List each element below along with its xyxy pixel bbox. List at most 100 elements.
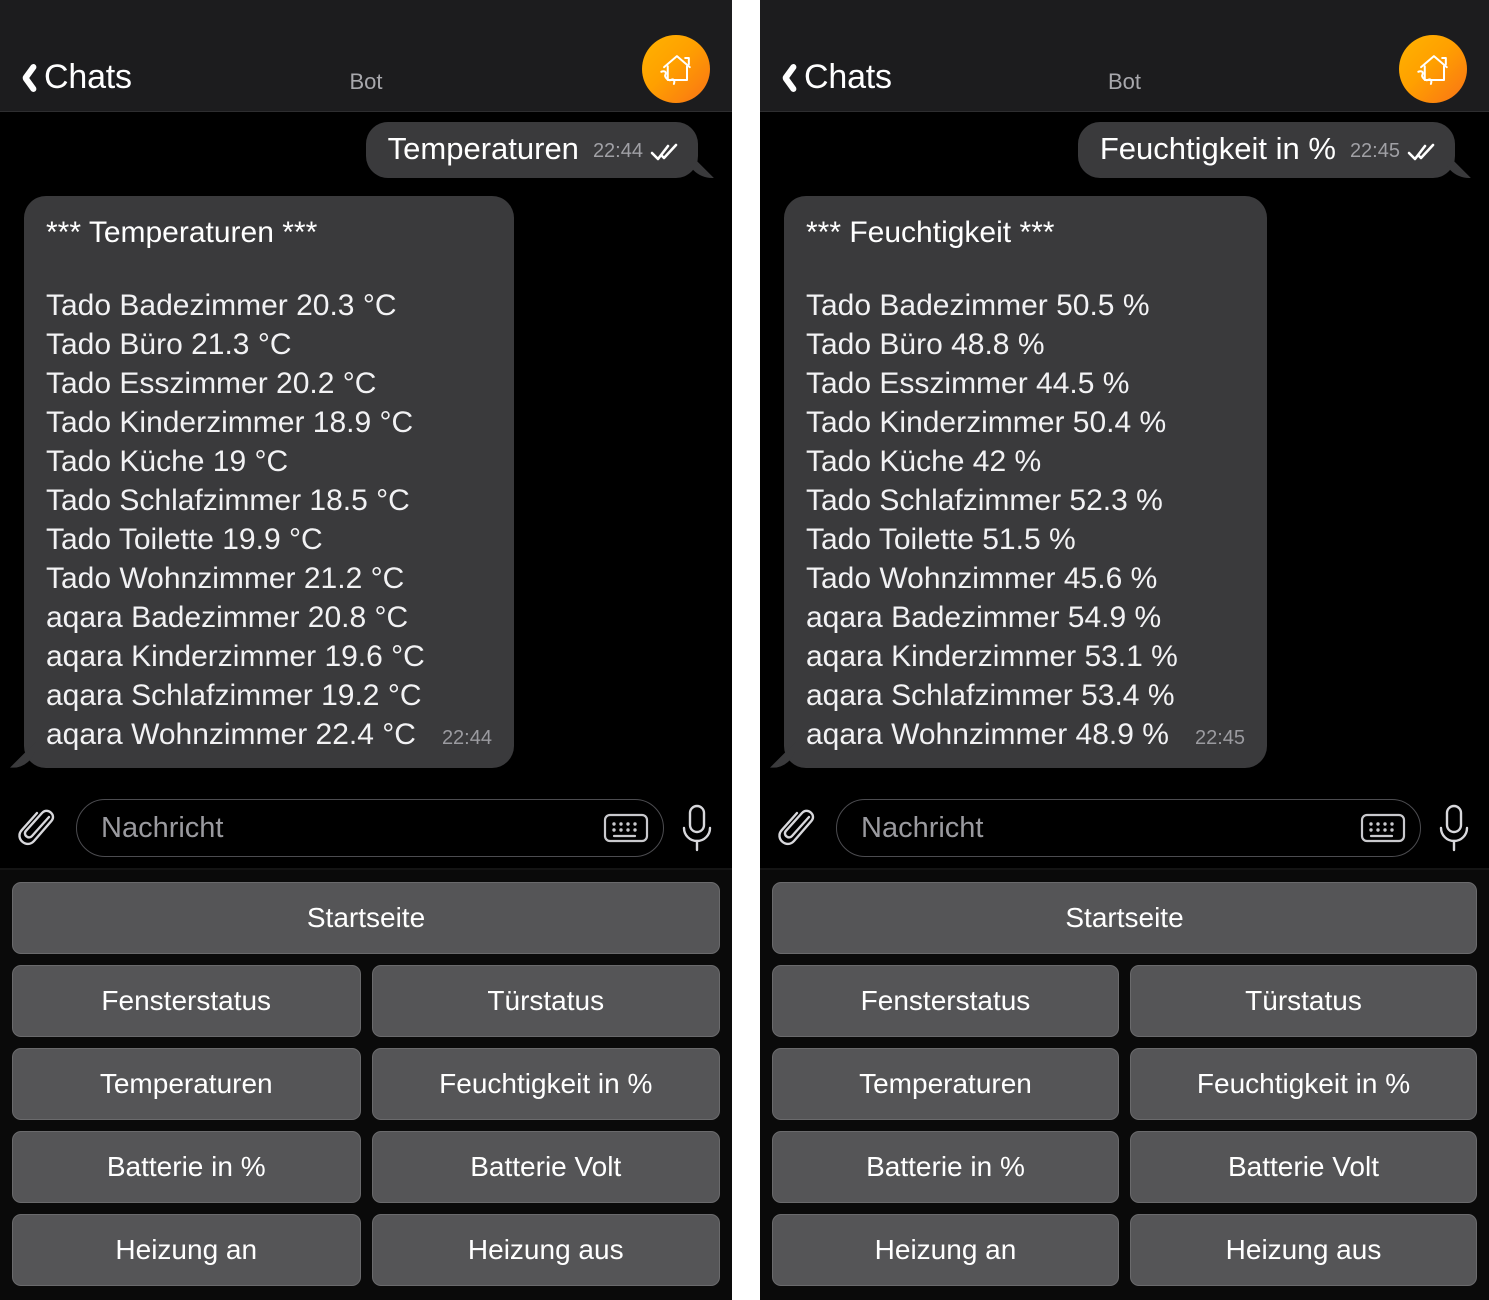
conversation-area: Feuchtigkeit in % 22:45 *** Feuchtigkeit…: [760, 112, 1489, 788]
quick-reply-batterie-volt[interactable]: Batterie Volt: [1130, 1131, 1477, 1203]
reading-line: aqara Badezimmer 20.8 °C: [46, 600, 409, 634]
keyboard-icon[interactable]: [1358, 808, 1408, 848]
keyboard-icon[interactable]: [601, 808, 651, 848]
keyboard-row: Batterie in % Batterie Volt: [772, 1131, 1477, 1203]
double-check-icon: [650, 142, 680, 162]
quick-reply-batterie-prozent[interactable]: Batterie in %: [772, 1131, 1119, 1203]
quick-reply-heizung-aus[interactable]: Heizung aus: [371, 1214, 720, 1286]
incoming-message-bubble[interactable]: *** Temperaturen *** Tado Badezimmer 20.…: [24, 196, 514, 768]
outgoing-message-bubble[interactable]: Feuchtigkeit in % 22:45: [1077, 122, 1455, 179]
quick-reply-startseite[interactable]: Startseite: [772, 882, 1477, 954]
keyboard-row: Temperaturen Feuchtigkeit in %: [772, 1048, 1477, 1120]
reading-line: Tado Badezimmer 20.3 °C: [46, 288, 397, 322]
avatar[interactable]: [642, 35, 710, 103]
reading-line: Tado Esszimmer 20.2 °C: [46, 366, 377, 400]
chat-screen-left: Chats Bot Temperaturen 22:44 *** Tempera…: [0, 0, 732, 1300]
reading-line: Tado Toilette 19.9 °C: [46, 522, 323, 556]
outgoing-message-text: Feuchtigkeit in %: [1099, 131, 1336, 166]
navigation-bar: Chats Bot: [760, 0, 1489, 112]
incoming-message-bubble[interactable]: *** Feuchtigkeit *** Tado Badezimmer 50.…: [784, 196, 1268, 768]
keyboard-row: Batterie in % Batterie Volt: [12, 1131, 720, 1203]
reading-line: aqara Schlafzimmer 19.2 °C: [46, 678, 422, 712]
message-composer: Nachricht: [0, 788, 732, 870]
page-title: Bot: [1107, 69, 1142, 94]
microphone-icon[interactable]: [678, 801, 716, 855]
reading-line: aqara Badezimmer 54.9 %: [806, 600, 1162, 634]
incoming-message-row: *** Temperaturen *** Tado Badezimmer 20.…: [0, 178, 732, 768]
quick-reply-feuchtigkeit[interactable]: Feuchtigkeit in %: [371, 1048, 720, 1120]
incoming-message-time: 22:44: [441, 726, 492, 749]
reading-line: aqara Wohnzimmer 48.9 %: [806, 717, 1169, 751]
reading-line: Tado Kinderzimmer 18.9 °C: [46, 405, 414, 439]
reading-line: Tado Esszimmer 44.5 %: [806, 366, 1130, 400]
quick-reply-heizung-an[interactable]: Heizung an: [12, 1214, 361, 1286]
quick-reply-fensterstatus[interactable]: Fensterstatus: [12, 965, 361, 1037]
quick-reply-keyboard: Startseite Fensterstatus Türstatus Tempe…: [0, 870, 732, 1300]
reading-line: Tado Badezimmer 50.5 %: [806, 288, 1150, 322]
outgoing-message-row: Temperaturen 22:44: [0, 122, 732, 179]
quick-reply-temperaturen[interactable]: Temperaturen: [772, 1048, 1119, 1120]
reading-line-last: aqara Wohnzimmer 22.4 °C 22:44: [46, 715, 492, 754]
quick-reply-batterie-volt[interactable]: Batterie Volt: [371, 1131, 720, 1203]
microphone-icon[interactable]: [1435, 801, 1473, 855]
quick-reply-heizung-an[interactable]: Heizung an: [772, 1214, 1119, 1286]
message-composer: Nachricht: [760, 788, 1489, 870]
navigation-bar: Chats Bot: [0, 0, 732, 112]
message-input-placeholder: Nachricht: [861, 811, 984, 844]
message-input-field[interactable]: Nachricht: [836, 799, 1421, 857]
reading-line: Tado Wohnzimmer 21.2 °C: [46, 561, 405, 595]
outgoing-message-text: Temperaturen: [387, 131, 579, 166]
outgoing-message-bubble[interactable]: Temperaturen 22:44: [365, 122, 698, 179]
message-meta: 22:44: [593, 140, 680, 166]
reading-line: Tado Büro 48.8 %: [806, 327, 1045, 361]
quick-reply-tuerstatus[interactable]: Türstatus: [371, 965, 720, 1037]
reading-line: aqara Schlafzimmer 53.4 %: [806, 678, 1175, 712]
reading-line: Tado Wohnzimmer 45.6 %: [806, 561, 1158, 595]
page-title: Bot: [349, 69, 383, 94]
reading-line: Tado Toilette 51.5 %: [806, 522, 1076, 556]
keyboard-row: Heizung an Heizung aus: [12, 1214, 720, 1286]
incoming-message-title: *** Feuchtigkeit ***: [806, 216, 1055, 250]
quick-reply-heizung-aus[interactable]: Heizung aus: [1130, 1214, 1477, 1286]
incoming-message-title: *** Temperaturen ***: [46, 216, 318, 250]
chat-screen-right: Chats Bot Feuchtigkeit in % 22:45 *** Fe…: [760, 0, 1489, 1300]
quick-reply-keyboard: Startseite Fensterstatus Türstatus Tempe…: [760, 870, 1489, 1300]
reading-line: Tado Küche 42 %: [806, 444, 1042, 478]
outgoing-message-row: Feuchtigkeit in % 22:45: [760, 122, 1489, 179]
double-check-icon: [1407, 142, 1437, 162]
paperclip-icon[interactable]: [776, 802, 822, 854]
reading-line: aqara Kinderzimmer 53.1 %: [806, 639, 1178, 673]
message-input-placeholder: Nachricht: [101, 811, 224, 844]
home-phone-icon: [1411, 47, 1455, 91]
reading-line: aqara Wohnzimmer 22.4 °C: [46, 717, 416, 751]
reading-line: aqara Kinderzimmer 19.6 °C: [46, 639, 425, 673]
quick-reply-temperaturen[interactable]: Temperaturen: [12, 1048, 361, 1120]
panel-divider: [732, 0, 760, 1300]
keyboard-row: Heizung an Heizung aus: [772, 1214, 1477, 1286]
quick-reply-tuerstatus[interactable]: Türstatus: [1130, 965, 1477, 1037]
reading-line: Tado Küche 19 °C: [46, 444, 289, 478]
message-input-field[interactable]: Nachricht: [76, 799, 664, 857]
reading-line-last: aqara Wohnzimmer 48.9 % 22:45: [806, 715, 1245, 754]
conversation-area: Temperaturen 22:44 *** Temperaturen *** …: [0, 112, 732, 788]
reading-line: Tado Büro 21.3 °C: [46, 327, 292, 361]
keyboard-row: Startseite: [12, 882, 720, 954]
reading-line: Tado Schlafzimmer 18.5 °C: [46, 483, 410, 517]
incoming-message-time: 22:45: [1194, 726, 1246, 749]
reading-line: Tado Kinderzimmer 50.4 %: [806, 405, 1167, 439]
home-phone-icon: [654, 47, 698, 91]
quick-reply-feuchtigkeit[interactable]: Feuchtigkeit in %: [1130, 1048, 1477, 1120]
quick-reply-startseite[interactable]: Startseite: [12, 882, 720, 954]
keyboard-row: Fensterstatus Türstatus: [12, 965, 720, 1037]
outgoing-message-time: 22:44: [592, 140, 643, 163]
paperclip-icon[interactable]: [16, 802, 62, 854]
outgoing-message-time: 22:45: [1349, 140, 1400, 163]
quick-reply-batterie-prozent[interactable]: Batterie in %: [12, 1131, 361, 1203]
avatar[interactable]: [1399, 35, 1467, 103]
dual-screenshot-stage: Chats Bot Temperaturen 22:44 *** Tempera…: [0, 0, 1489, 1300]
reading-line: Tado Schlafzimmer 52.3 %: [806, 483, 1163, 517]
message-meta: 22:45: [1350, 140, 1437, 166]
quick-reply-fensterstatus[interactable]: Fensterstatus: [772, 965, 1119, 1037]
